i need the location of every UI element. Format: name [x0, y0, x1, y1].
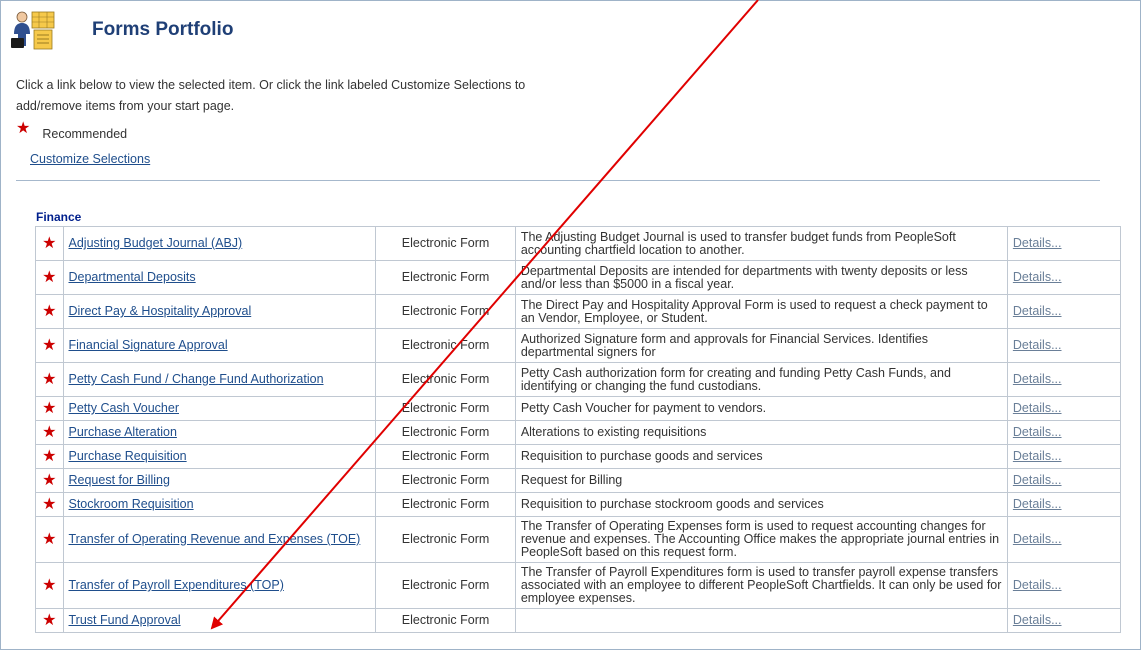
details-link[interactable]: Details...: [1013, 473, 1062, 487]
form-type: Electronic Form: [375, 516, 516, 563]
table-row: ★ Request for Billing Electronic Form Reque…: [35, 468, 1122, 493]
intro-text: Click a link below to view the selected …: [16, 75, 576, 117]
details-link[interactable]: Details...: [1013, 236, 1062, 250]
form-link[interactable]: Request for Billing: [69, 473, 170, 487]
form-type: Electronic Form: [375, 468, 516, 493]
table-row: ★ Petty Cash Voucher Electronic Form Petty …: [35, 396, 1122, 421]
table-row: ★ Adjusting Budget Journal (ABJ) Electroni…: [35, 226, 1122, 261]
recommended-star-icon: ★: [35, 226, 64, 261]
table-row: ★ Departmental Deposits Electronic Form Dep…: [35, 260, 1122, 295]
form-type: Electronic Form: [375, 492, 516, 517]
form-description: Alterations to existing requisitions: [514, 420, 1008, 445]
forms-portfolio-icon: [10, 10, 62, 50]
form-link[interactable]: Departmental Deposits: [69, 270, 196, 284]
recommended-star-icon: ★: [35, 608, 64, 633]
form-description: Departmental Deposits are intended for d…: [514, 260, 1008, 295]
details-link[interactable]: Details...: [1013, 401, 1062, 415]
table-row: ★ Transfer of Payroll Expenditures (TOP) E…: [35, 562, 1122, 609]
recommended-star-icon: ★: [35, 294, 64, 329]
form-link[interactable]: Purchase Alteration: [69, 425, 177, 439]
customize-selections-link[interactable]: Customize Selections: [30, 152, 150, 166]
form-description: Request for Billing: [514, 468, 1008, 493]
form-description: Petty Cash authorization form for creati…: [514, 362, 1008, 397]
recommended-star-icon: ★: [35, 328, 64, 363]
table-row: ★ Stockroom Requisition Electronic Form Req…: [35, 492, 1122, 517]
page-title: Forms Portfolio: [92, 19, 234, 40]
details-link[interactable]: Details...: [1013, 497, 1062, 511]
form-description: The Adjusting Budget Journal is used to …: [514, 226, 1008, 261]
table-row: ★ Trust Fund Approval Electronic Form Detai…: [35, 608, 1122, 633]
form-description: The Transfer of Payroll Expenditures for…: [514, 562, 1008, 609]
form-type: Electronic Form: [375, 562, 516, 609]
form-link[interactable]: Trust Fund Approval: [69, 613, 181, 627]
finance-forms-table: ★ Adjusting Budget Journal (ABJ) Electroni…: [35, 226, 1122, 633]
form-type: Electronic Form: [375, 328, 516, 363]
details-link[interactable]: Details...: [1013, 449, 1062, 463]
page-header: Forms Portfolio: [10, 10, 233, 50]
form-type: Electronic Form: [375, 294, 516, 329]
form-type: Electronic Form: [375, 226, 516, 261]
recommended-legend: ★ Recommended: [16, 120, 128, 142]
form-description: Authorized Signature form and approvals …: [514, 328, 1008, 363]
form-description: Petty Cash Voucher for payment to vendor…: [514, 396, 1008, 421]
details-link[interactable]: Details...: [1013, 338, 1062, 352]
section-title-finance: Finance: [36, 210, 82, 224]
form-link[interactable]: Transfer of Operating Revenue and Expens…: [69, 532, 361, 546]
recommended-star-icon: ★: [16, 120, 31, 137]
recommended-star-icon: ★: [35, 444, 64, 469]
form-type: Electronic Form: [375, 396, 516, 421]
intro-line-1: Click a link below to view the selected …: [16, 78, 526, 92]
form-link[interactable]: Financial Signature Approval: [69, 338, 228, 352]
form-type: Electronic Form: [375, 608, 516, 633]
intro-line-2: add/remove items from your start page.: [16, 99, 235, 113]
form-description: Requisition to purchase goods and servic…: [514, 444, 1008, 469]
recommended-label: Recommended: [42, 127, 128, 141]
recommended-star-icon: ★: [35, 516, 64, 563]
recommended-star-icon: ★: [35, 492, 64, 517]
form-link[interactable]: Adjusting Budget Journal (ABJ): [69, 236, 243, 250]
details-link[interactable]: Details...: [1013, 578, 1062, 592]
recommended-star-icon: ★: [35, 260, 64, 295]
details-link[interactable]: Details...: [1013, 425, 1062, 439]
form-link[interactable]: Transfer of Payroll Expenditures (TOP): [69, 578, 284, 592]
form-description: The Transfer of Operating Expenses form …: [514, 516, 1008, 563]
details-link[interactable]: Details...: [1013, 532, 1062, 546]
form-link[interactable]: Purchase Requisition: [69, 449, 187, 463]
form-description: The Direct Pay and Hospitality Approval …: [514, 294, 1008, 329]
form-link[interactable]: Petty Cash Fund / Change Fund Authorizat…: [69, 372, 324, 386]
form-link[interactable]: Petty Cash Voucher: [69, 401, 179, 415]
form-type: Electronic Form: [375, 444, 516, 469]
section-divider: [16, 180, 1100, 181]
details-link[interactable]: Details...: [1013, 372, 1062, 386]
table-row: ★ Purchase Alteration Electronic Form Alter…: [35, 420, 1122, 445]
form-description: Requisition to purchase stockroom goods …: [514, 492, 1008, 517]
table-row: ★ Transfer of Operating Revenue and Expen…: [35, 516, 1122, 563]
details-link[interactable]: Details...: [1013, 613, 1062, 627]
recommended-star-icon: ★: [35, 396, 64, 421]
details-link[interactable]: Details...: [1013, 270, 1062, 284]
recommended-star-icon: ★: [35, 362, 64, 397]
table-row: ★ Direct Pay & Hospitality Approval Electr…: [35, 294, 1122, 329]
form-link[interactable]: Stockroom Requisition: [69, 497, 194, 511]
recommended-star-icon: ★: [35, 468, 64, 493]
form-type: Electronic Form: [375, 362, 516, 397]
recommended-star-icon: ★: [35, 562, 64, 609]
table-row: ★ Purchase Requisition Electronic Form Requ…: [35, 444, 1122, 469]
table-row: ★ Petty Cash Fund / Change Fund Authoriza…: [35, 362, 1122, 397]
form-description: [514, 608, 1008, 633]
form-type: Electronic Form: [375, 260, 516, 295]
table-row: ★ Financial Signature Approval Electronic …: [35, 328, 1122, 363]
recommended-star-icon: ★: [35, 420, 64, 445]
details-link[interactable]: Details...: [1013, 304, 1062, 318]
form-type: Electronic Form: [375, 420, 516, 445]
form-link[interactable]: Direct Pay & Hospitality Approval: [69, 304, 252, 318]
